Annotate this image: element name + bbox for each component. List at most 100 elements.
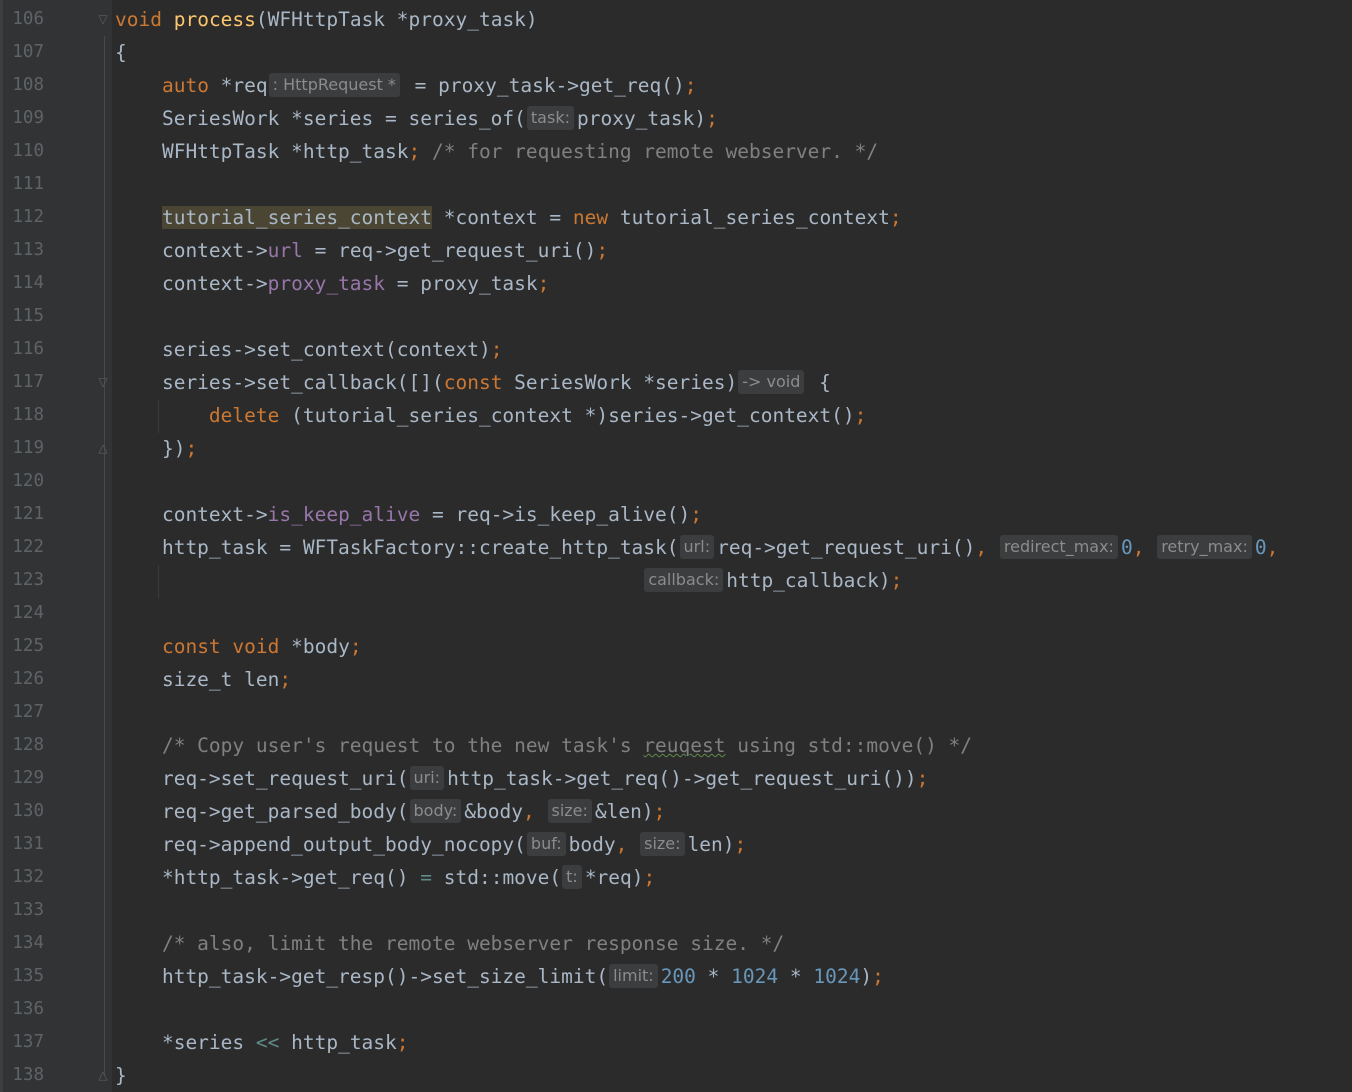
code-text[interactable]: void process(WFHttpTask *proxy_task) [115,3,538,36]
code-line[interactable]: 126 size_t len; [0,663,1352,696]
code-line[interactable]: 112 tutorial_series_context *context = n… [0,201,1352,234]
code-line[interactable]: 128 /* Copy user's request to the new ta… [0,729,1352,762]
code-line[interactable]: 111 [0,168,1352,201]
code-line[interactable]: 118 delete (tutorial_series_context *)se… [0,399,1352,432]
code-text[interactable]: req->get_parsed_body(body: &body, size: &l… [115,795,665,828]
code-text[interactable]: req->append_output_body_nocopy(buf: body,… [115,828,746,861]
code-line[interactable]: 113 context->url = req->get_request_uri(… [0,234,1352,267]
code-text[interactable]: *http_task->get_req() = std::move(t: *req… [115,861,655,894]
code-line[interactable]: 136 [0,993,1352,1026]
code-line[interactable]: 117 ▽ series->set_callback([](const Serie… [0,366,1352,399]
line-number[interactable]: 117 [0,366,44,399]
line-number[interactable]: 118 [0,399,44,432]
code-line[interactable]: 115 [0,300,1352,333]
code-text[interactable]: context->is_keep_alive = req->is_keep_al… [115,498,702,531]
code-text[interactable]: auto *req: HttpRequest * = proxy_task->g… [115,69,696,102]
line-number[interactable]: 128 [0,729,44,762]
code-text[interactable]: callback: http_callback); [115,564,902,597]
code-text[interactable]: *series << http_task; [115,1026,409,1059]
code-line[interactable]: 120 [0,465,1352,498]
code-text[interactable]: { [115,36,127,69]
code-line[interactable]: 137 *series << http_task; [0,1026,1352,1059]
code-text[interactable]: WFHttpTask *http_task; /* for requesting… [115,135,878,168]
code-line[interactable]: 108 auto *req: HttpRequest * = proxy_tas… [0,69,1352,102]
code-text[interactable]: /* also, limit the remote webserver resp… [115,927,784,960]
line-number[interactable]: 107 [0,36,44,69]
code-text[interactable]: SeriesWork *series = series_of(task: prox… [115,102,718,135]
code-line[interactable]: 121 context->is_keep_alive = req->is_kee… [0,498,1352,531]
code-line[interactable]: 131 req->append_output_body_nocopy(buf: b… [0,828,1352,861]
code-token: ; [684,74,697,97]
code-line[interactable]: 106 ▽ void process(WFHttpTask *proxy_task) [0,3,1352,36]
code-line[interactable]: 135 http_task->get_resp()->set_size_limi… [0,960,1352,993]
line-number[interactable]: 111 [0,168,44,201]
code-text[interactable]: tutorial_series_context *context = new t… [115,201,902,234]
code-line[interactable]: 129 req->set_request_uri(uri: http_task->… [0,762,1352,795]
code-text[interactable]: context->proxy_task = proxy_task; [115,267,549,300]
line-number[interactable]: 129 [0,762,44,795]
fold-close-icon[interactable]: △ [96,441,110,455]
code-line[interactable]: 122 http_task = WFTaskFactory::create_ht… [0,531,1352,564]
code-line[interactable]: 133 [0,894,1352,927]
code-text[interactable]: size_t len; [115,663,291,696]
line-number[interactable]: 108 [0,69,44,102]
code-text[interactable]: } [115,1059,127,1092]
code-line[interactable]: 110 WFHttpTask *http_task; /* for reques… [0,135,1352,168]
line-number[interactable]: 126 [0,663,44,696]
line-number[interactable]: 121 [0,498,44,531]
code-line[interactable]: 119 △ }); [0,432,1352,465]
line-number[interactable]: 137 [0,1026,44,1059]
line-number[interactable]: 110 [0,135,44,168]
code-editor[interactable]: 106 ▽ void process(WFHttpTask *proxy_task)… [0,0,1352,1092]
code-line[interactable]: 123 callback: http_callback); [0,564,1352,597]
line-number[interactable]: 106 [0,3,44,36]
line-number[interactable]: 127 [0,696,44,729]
line-number[interactable]: 113 [0,234,44,267]
code-text[interactable]: http_task->get_resp()->set_size_limit(li… [115,960,884,993]
line-number[interactable]: 122 [0,531,44,564]
line-number[interactable]: 115 [0,300,44,333]
code-line[interactable]: 134 /* also, limit the remote webserver … [0,927,1352,960]
code-text[interactable]: series->set_callback([](const SeriesWork… [115,366,831,399]
line-number[interactable]: 132 [0,861,44,894]
code-line[interactable]: 138 △} [0,1059,1352,1092]
line-number[interactable]: 119 [0,432,44,465]
code-text[interactable]: delete (tutorial_series_context *)series… [115,399,866,432]
code-text[interactable]: }); [115,432,197,465]
code-line[interactable]: 124 [0,597,1352,630]
line-number[interactable]: 114 [0,267,44,300]
code-text[interactable]: req->set_request_uri(uri: http_task->get_… [115,762,928,795]
code-line[interactable]: 127 [0,696,1352,729]
code-line[interactable]: 114 context->proxy_task = proxy_task; [0,267,1352,300]
line-number[interactable]: 120 [0,465,44,498]
line-number[interactable]: 131 [0,828,44,861]
code-line[interactable]: 109 SeriesWork *series = series_of(task:… [0,102,1352,135]
code-line[interactable]: 116 series->set_context(context); [0,333,1352,366]
line-number[interactable]: 138 [0,1059,44,1092]
code-line[interactable]: 125 const void *body; [0,630,1352,663]
line-number[interactable]: 134 [0,927,44,960]
fold-close-icon[interactable]: △ [96,1068,110,1082]
line-number[interactable]: 123 [0,564,44,597]
line-number[interactable]: 116 [0,333,44,366]
line-number[interactable]: 130 [0,795,44,828]
code-line[interactable]: 132 *http_task->get_req() = std::move(t:… [0,861,1352,894]
code-line[interactable]: 130 req->get_parsed_body(body: &body, siz… [0,795,1352,828]
code-text[interactable]: /* Copy user's request to the new task's… [115,729,972,762]
line-number[interactable]: 136 [0,993,44,1026]
code-text[interactable]: const void *body; [115,630,362,663]
line-number[interactable]: 112 [0,201,44,234]
code-token: tutorial_series_context [608,206,890,229]
code-text[interactable]: context->url = req->get_request_uri(); [115,234,608,267]
line-number[interactable]: 125 [0,630,44,663]
code-line[interactable]: 107 { [0,36,1352,69]
line-number[interactable]: 109 [0,102,44,135]
line-number[interactable]: 124 [0,597,44,630]
fold-open-icon[interactable]: ▽ [96,375,110,389]
code-text[interactable]: http_task = WFTaskFactory::create_http_t… [115,531,1278,564]
fold-open-icon[interactable]: ▽ [96,12,110,26]
code-text[interactable]: series->set_context(context); [115,333,502,366]
line-number[interactable]: 135 [0,960,44,993]
line-number[interactable]: 133 [0,894,44,927]
